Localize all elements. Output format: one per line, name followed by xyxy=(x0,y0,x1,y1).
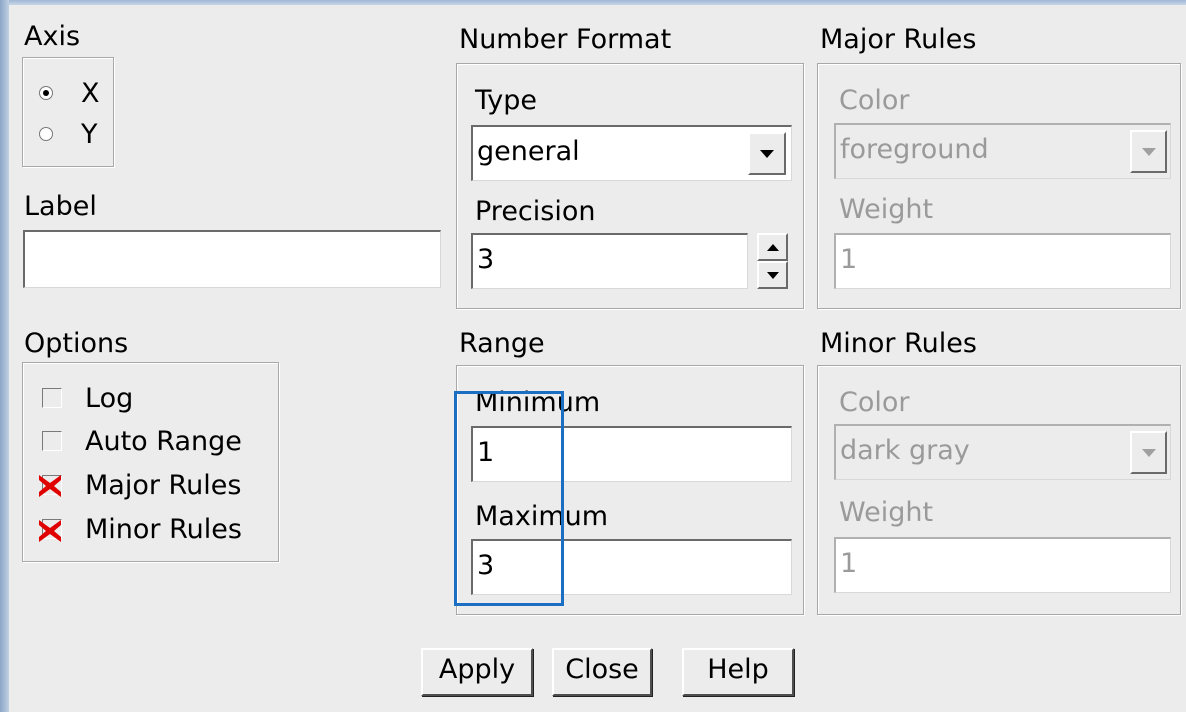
label-title: Label xyxy=(24,191,97,222)
help-button[interactable]: Help xyxy=(682,648,794,696)
option-auto-range[interactable]: Auto Range xyxy=(37,424,277,460)
chevron-down-icon xyxy=(1141,448,1156,457)
checkbox-icon xyxy=(42,431,62,451)
precision-spinner[interactable] xyxy=(757,233,788,289)
major-weight-input[interactable]: 1 xyxy=(834,233,1171,289)
major-weight-label: Weight xyxy=(839,194,934,225)
options-group-title: Options xyxy=(24,328,129,359)
precision-spin-up[interactable] xyxy=(757,233,788,261)
axis-group-title: Axis xyxy=(24,21,81,52)
precision-label: Precision xyxy=(475,196,596,227)
minor-color-dropdown-value: dark gray xyxy=(834,424,1171,480)
arrow-down-icon xyxy=(766,271,779,279)
major-color-label: Color xyxy=(839,85,910,116)
minor-weight-input[interactable]: 1 xyxy=(834,537,1171,593)
type-dropdown-arrow[interactable] xyxy=(748,132,786,175)
window-left-edge xyxy=(0,0,9,712)
chevron-down-icon xyxy=(760,149,774,158)
option-log-label: Log xyxy=(85,383,134,414)
checkbox-icon xyxy=(42,388,62,408)
range-title: Range xyxy=(459,328,545,359)
option-auto-range-label: Auto Range xyxy=(85,426,242,457)
option-major-rules-label: Major Rules xyxy=(85,470,242,501)
axis-radio-y-label: Y xyxy=(81,119,98,150)
minor-color-dropdown-arrow[interactable] xyxy=(1130,431,1167,474)
major-color-dropdown-value: foreground xyxy=(834,123,1171,179)
option-log[interactable]: Log xyxy=(37,381,277,417)
number-format-title: Number Format xyxy=(459,24,672,55)
axis-radio-x-label: X xyxy=(81,78,100,109)
arrow-up-icon xyxy=(766,243,779,251)
checked-x-icon xyxy=(39,520,61,542)
radio-button-icon xyxy=(39,127,53,141)
minor-rules-title: Minor Rules xyxy=(820,328,977,359)
axes-dialog: Axis X Y Label Options Log Auto Range Ma… xyxy=(9,5,1186,712)
major-color-dropdown-arrow[interactable] xyxy=(1130,130,1167,173)
type-dropdown-value: general xyxy=(471,125,792,181)
minor-color-dropdown[interactable]: dark gray xyxy=(834,424,1171,480)
precision-spin-down[interactable] xyxy=(757,261,788,289)
option-major-rules[interactable]: Major Rules xyxy=(37,468,277,504)
minor-color-label: Color xyxy=(839,387,910,418)
major-rules-title: Major Rules xyxy=(820,24,977,55)
close-button[interactable]: Close xyxy=(552,648,652,696)
radio-button-icon xyxy=(39,86,53,100)
precision-input[interactable]: 3 xyxy=(471,233,748,289)
checked-x-icon xyxy=(39,475,61,497)
major-color-dropdown[interactable]: foreground xyxy=(834,123,1171,179)
apply-button[interactable]: Apply xyxy=(421,648,533,696)
highlight-box xyxy=(454,391,564,606)
option-minor-rules[interactable]: Minor Rules xyxy=(37,512,277,548)
option-minor-rules-label: Minor Rules xyxy=(85,514,242,545)
minor-weight-label: Weight xyxy=(839,497,934,528)
axis-group-box xyxy=(22,57,114,167)
chevron-down-icon xyxy=(1141,147,1156,156)
type-dropdown[interactable]: general xyxy=(471,125,792,181)
type-label: Type xyxy=(475,85,538,116)
label-input[interactable] xyxy=(23,230,441,288)
